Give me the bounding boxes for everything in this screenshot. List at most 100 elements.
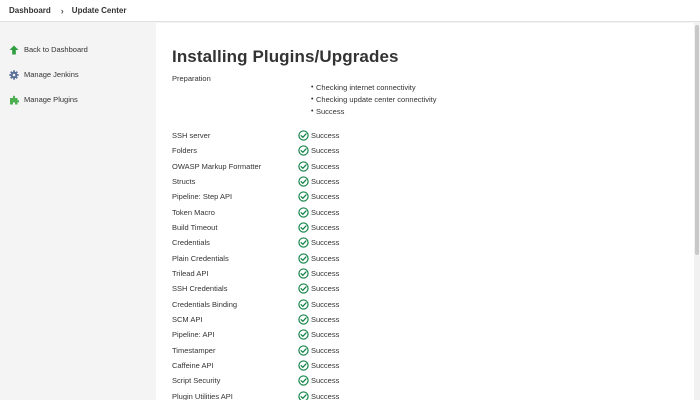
check-circle-icon [298, 360, 309, 371]
list-item: Checking internet connectivity [311, 82, 437, 94]
status-text: Success [311, 391, 340, 400]
puzzle-icon [9, 95, 19, 105]
status-text: Success [311, 207, 340, 217]
status-cell: Success [298, 220, 339, 235]
plugin-name: Pipeline: Step API [172, 192, 233, 202]
table-row: SCM API Success [172, 312, 700, 327]
status-cell: Success [298, 205, 339, 220]
status-cell: Success [298, 373, 339, 388]
status-text: Success [311, 253, 340, 263]
status-text: Success [311, 146, 340, 156]
plugin-name: Plain Credentials [172, 253, 229, 263]
vertical-scrollbar[interactable] [694, 23, 700, 400]
status-text: Success [311, 314, 340, 324]
table-row: Credentials Binding Success [172, 297, 700, 312]
plugin-name: Build Timeout [172, 222, 218, 232]
sidebar-item-manage-jenkins[interactable]: Manage Jenkins [0, 62, 156, 87]
status-cell: Success [298, 281, 339, 296]
plugin-name: Credentials [172, 238, 210, 248]
table-row: Timestamper Success [172, 343, 700, 358]
check-circle-icon [298, 329, 309, 341]
check-circle-icon [298, 283, 309, 295]
status-cell: Success [298, 251, 339, 266]
status-cell: Success [298, 327, 339, 342]
preparation-section: Preparation Checking internet connectivi… [172, 74, 700, 118]
status-text: Success [311, 284, 340, 294]
sidebar: Back to Dashboard Manage Jenkins Manage … [0, 23, 156, 400]
status-cell: Success [298, 312, 339, 327]
list-item: Checking update center connectivity [311, 94, 436, 106]
preparation-label: Preparation [172, 74, 211, 83]
table-row: Credentials Success [172, 235, 700, 250]
check-circle-icon [298, 268, 309, 279]
status-cell: Success [298, 128, 339, 143]
plugin-name: OWASP Markup Formatter [172, 161, 262, 171]
check-circle-icon [298, 130, 309, 141]
status-cell: Success [298, 297, 339, 312]
status-cell: Success [298, 189, 339, 204]
table-row: SSH Credentials Success [172, 281, 700, 296]
plugin-name: SCM API [172, 314, 203, 324]
gear-icon [9, 69, 19, 80]
check-circle-icon [298, 145, 309, 157]
status-text: Success [311, 192, 340, 202]
status-text: Success [311, 161, 340, 171]
check-circle-icon [298, 161, 309, 172]
plugin-name: Pipeline: API [172, 330, 215, 340]
list-item: Success [311, 106, 437, 118]
breadcrumb-dashboard[interactable]: Dashboard [9, 6, 51, 15]
status-text: Success [311, 222, 340, 232]
check-circle-icon [298, 299, 309, 310]
table-row: Caffeine API Success [172, 358, 700, 373]
status-text: Success [311, 330, 340, 340]
preparation-steps: Checking internet connectivity Checking … [311, 82, 437, 118]
plugin-name: Timestamper [172, 345, 216, 355]
sidebar-item-manage-plugins[interactable]: Manage Plugins [0, 87, 156, 112]
check-circle-icon [298, 191, 309, 203]
plugin-name: SSH Credentials [172, 284, 228, 294]
status-cell: Success [298, 235, 339, 250]
plugin-name: SSH server [172, 131, 211, 140]
plugin-name: Plugin Utilities API [172, 391, 233, 400]
sidebar-item-back-to-dashboard[interactable]: Back to Dashboard [0, 37, 156, 62]
breadcrumb-update-center[interactable]: Update Center [72, 6, 127, 15]
check-circle-icon [298, 314, 309, 325]
status-cell: Success [298, 343, 339, 358]
table-row: Pipeline: Step API Success [172, 189, 700, 204]
status-cell: Success [298, 266, 339, 281]
check-circle-icon [298, 375, 309, 387]
check-circle-icon [298, 176, 309, 187]
breadcrumb: Dashboard › Update Center [0, 0, 700, 22]
table-row: SSH server Success [172, 128, 700, 143]
check-circle-icon [298, 237, 309, 249]
status-cell: Success [298, 159, 339, 174]
status-text: Success [311, 299, 340, 309]
plugin-name: Folders [172, 146, 198, 156]
status-text: Success [311, 176, 340, 186]
check-circle-icon [298, 253, 309, 264]
scrollbar-thumb[interactable] [695, 25, 699, 255]
table-row: OWASP Markup Formatter Success [172, 159, 700, 174]
plugin-name: Credentials Binding [172, 299, 238, 309]
table-row: Folders Success [172, 143, 700, 158]
check-circle-icon [298, 345, 309, 356]
breadcrumb-separator: › [60, 5, 64, 16]
plugin-name: Caffeine API [172, 360, 214, 370]
status-text: Success [311, 268, 340, 278]
plugin-name: Token Macro [172, 207, 215, 217]
plugin-name: Script Security [172, 376, 221, 386]
table-row: Pipeline: API Success [172, 327, 700, 342]
status-text: Success [311, 238, 340, 248]
sidebar-item-label: Back to Dashboard [24, 45, 88, 54]
status-cell: Success [298, 389, 339, 400]
sidebar-item-label: Manage Jenkins [24, 70, 79, 79]
status-cell: Success [298, 143, 339, 158]
plugin-status-table: SSH server Success Folders Success OWASP Mar… [172, 128, 700, 400]
table-row: Plain Credentials Success [172, 251, 700, 266]
table-row: Plugin Utilities API Success [172, 389, 700, 400]
check-circle-icon [298, 207, 309, 218]
table-row: Build Timeout Success [172, 220, 700, 235]
status-text: Success [311, 131, 340, 140]
up-arrow-icon [9, 45, 19, 55]
check-circle-icon [298, 222, 309, 233]
